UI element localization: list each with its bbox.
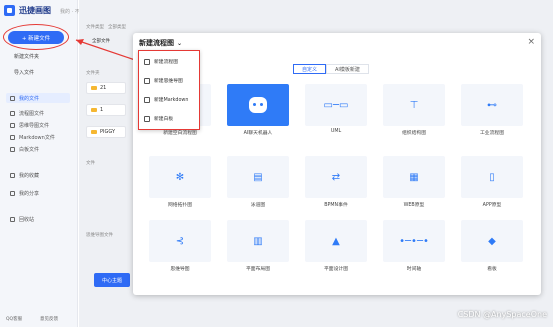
template-card[interactable]: ▯ APP原型 bbox=[461, 156, 523, 214]
template-thumbnail: ◆ bbox=[488, 235, 496, 247]
template-card[interactable]: AI聊天机器人 bbox=[227, 84, 289, 142]
close-icon[interactable]: × bbox=[527, 37, 535, 47]
flowchart-icon bbox=[144, 58, 150, 65]
chevron-down-icon: ⌄ bbox=[177, 39, 183, 47]
template-label: 组织结构图 bbox=[402, 131, 426, 136]
mindmap-icon bbox=[144, 77, 150, 84]
template-card[interactable]: ⇄ BPMN事件 bbox=[305, 156, 367, 214]
dropdown-label: 新建流程图 bbox=[154, 60, 178, 65]
dropdown-item-mindmap[interactable]: 新建思维导图 bbox=[144, 77, 183, 84]
robot-icon bbox=[227, 84, 289, 126]
watermark: CSDN @AnySpaceOne bbox=[457, 310, 547, 319]
template-card[interactable]: ⊷ 工业流程图 bbox=[461, 84, 523, 142]
dropdown-item-flowchart[interactable]: 新建流程图 bbox=[144, 58, 178, 65]
floorplan-icon: ▥ bbox=[227, 220, 289, 262]
template-label: 看板 bbox=[487, 267, 497, 272]
template-thumbnail: ▲ bbox=[332, 235, 340, 247]
template-label: WEB原型 bbox=[403, 203, 425, 208]
industry-icon: ⊷ bbox=[461, 84, 523, 126]
template-label: UML bbox=[330, 129, 342, 134]
app-icon: ▯ bbox=[461, 156, 523, 198]
template-thumbnail: ⇄ bbox=[331, 171, 341, 183]
template-thumbnail: ▤ bbox=[253, 171, 263, 183]
dropdown-item-markdown[interactable]: 新建Markdown bbox=[144, 96, 188, 103]
template-label: APP原型 bbox=[482, 203, 502, 208]
template-label: 泳道图 bbox=[250, 203, 266, 208]
dropdown-label: 新建白板 bbox=[154, 117, 174, 122]
template-label: 平面布局图 bbox=[246, 267, 270, 272]
template-thumbnail: •─•─• bbox=[399, 235, 429, 247]
dropdown-label: 新建Markdown bbox=[154, 98, 189, 103]
tab-custom[interactable]: 自定义 bbox=[293, 64, 327, 74]
board-icon: ◆ bbox=[461, 220, 523, 262]
template-label: 新建空白流程图 bbox=[163, 131, 197, 136]
robot-face-icon bbox=[249, 97, 267, 113]
template-label: 网络拓扑图 bbox=[168, 203, 192, 208]
new-type-dropdown: 新建流程图 新建思维导图 新建Markdown 新建白板 bbox=[138, 50, 200, 130]
template-card[interactable]: ▤ 泳道图 bbox=[227, 156, 289, 214]
template-thumbnail: ▭─▭ bbox=[323, 99, 349, 111]
template-label: 工业流程图 bbox=[480, 131, 504, 136]
template-label: AI聊天机器人 bbox=[243, 131, 273, 136]
template-label: 思维导图 bbox=[170, 267, 190, 272]
dropdown-label: 新建思维导图 bbox=[154, 79, 183, 84]
mindmap-icon: ⊰ bbox=[149, 220, 211, 262]
template-thumbnail: ✻ bbox=[175, 171, 185, 183]
template-card[interactable]: •─•─• 时间轴 bbox=[383, 220, 445, 278]
network-icon: ✻ bbox=[149, 156, 211, 198]
uml-icon: ▭─▭ bbox=[305, 84, 367, 126]
dialog-title[interactable]: 新建流程图 ⌄ bbox=[139, 38, 182, 48]
template-card[interactable]: ✻ 网络拓扑图 bbox=[149, 156, 211, 214]
template-card[interactable]: ▲ 平面设计图 bbox=[305, 220, 367, 278]
template-card[interactable]: ⊰ 思维导图 bbox=[149, 220, 211, 278]
template-card[interactable]: ▭─▭ UML bbox=[305, 84, 367, 142]
template-card[interactable]: ▦ WEB原型 bbox=[383, 156, 445, 214]
template-card[interactable]: ▥ 平面布局图 bbox=[227, 220, 289, 278]
template-label: BPMN事件 bbox=[324, 203, 348, 208]
bpmn-icon: ⇄ bbox=[305, 156, 367, 198]
timeline-icon: •─•─• bbox=[383, 220, 445, 262]
template-thumbnail: ⊰ bbox=[175, 235, 185, 247]
markdown-icon bbox=[144, 96, 150, 103]
template-thumbnail: ▦ bbox=[409, 171, 419, 183]
template-card[interactable]: ◆ 看板 bbox=[461, 220, 523, 278]
template-thumbnail: ▯ bbox=[489, 171, 495, 183]
template-thumbnail: ▥ bbox=[253, 235, 263, 247]
web-icon: ▦ bbox=[383, 156, 445, 198]
tab-ai-template[interactable]: AI模板新建 bbox=[326, 64, 369, 74]
template-label: 时间轴 bbox=[406, 267, 422, 272]
template-label: 平面设计图 bbox=[324, 267, 348, 272]
swimlane-icon: ▤ bbox=[227, 156, 289, 198]
template-thumbnail: ⊷ bbox=[487, 99, 497, 111]
org-icon: ⊤ bbox=[383, 84, 445, 126]
design-icon: ▲ bbox=[305, 220, 367, 262]
dialog-title-text: 新建流程图 bbox=[139, 39, 174, 47]
whiteboard-icon bbox=[144, 115, 150, 122]
template-thumbnail: ⊤ bbox=[409, 99, 419, 111]
template-card[interactable]: ⊤ 组织结构图 bbox=[383, 84, 445, 142]
dropdown-item-whiteboard[interactable]: 新建白板 bbox=[144, 115, 173, 122]
tabs: 自定义 AI模板新建 bbox=[293, 64, 369, 74]
